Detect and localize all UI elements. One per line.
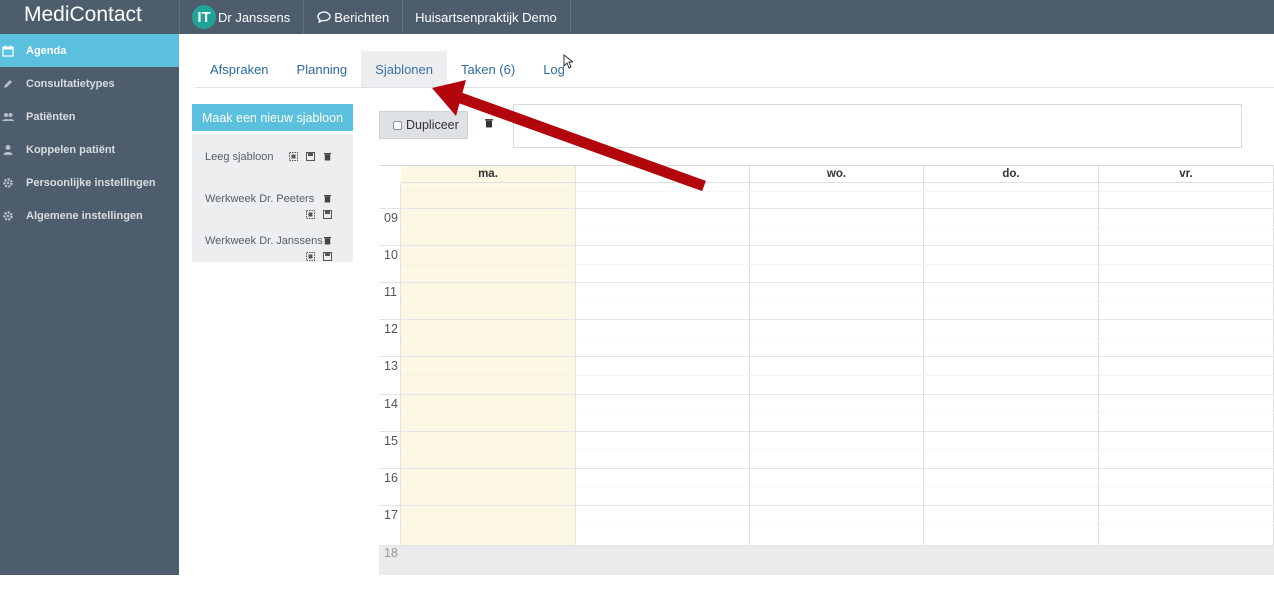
calendar-column-vr[interactable] xyxy=(1099,183,1274,575)
hour-label: 18 xyxy=(384,546,398,560)
calendar-column-di[interactable] xyxy=(576,183,750,575)
template-description-field[interactable] xyxy=(513,104,1242,148)
half-hour-line xyxy=(401,264,1274,265)
sidebar-item-consultatietypes[interactable]: Consultatietypes xyxy=(0,67,179,100)
users-icon xyxy=(2,112,14,121)
half-hour-line xyxy=(401,191,1274,192)
hour-label: 16 xyxy=(384,471,398,485)
duplicate-label: Dupliceer xyxy=(406,118,459,132)
calendar-column-ma[interactable] xyxy=(401,183,576,575)
hour-row-14: 14 xyxy=(379,394,1274,411)
duplicate-checkbox[interactable] xyxy=(393,120,402,130)
sidebar-item-persoonlijke-instellingen[interactable]: Persoonlijke instellingen xyxy=(0,166,179,199)
sidebar-item-agenda[interactable]: Agenda xyxy=(0,34,179,67)
sidebar-item-label: Consultatietypes xyxy=(26,77,115,90)
hour-label: 17 xyxy=(384,508,398,522)
tab-taken[interactable]: Taken (6) xyxy=(447,51,529,87)
half-hour-line xyxy=(401,563,1274,564)
hour-label: 13 xyxy=(384,359,398,373)
mouse-cursor-icon xyxy=(563,54,573,69)
practice-label: Huisartsenpraktijk Demo xyxy=(415,9,557,25)
half-hour-line xyxy=(401,375,1274,376)
tab-afspraken[interactable]: Afspraken xyxy=(196,51,283,87)
sidebar-item-label: Agenda xyxy=(26,44,67,57)
hour-row-13: 13 xyxy=(379,356,1274,373)
hour-label: 09 xyxy=(384,211,398,225)
new-template-button[interactable]: Maak een nieuw sjabloon xyxy=(192,104,353,131)
calendar-column-wo[interactable] xyxy=(750,183,924,575)
top-navbar: MediContact IT Dr Janssens Berichten Hui… xyxy=(0,0,1274,34)
day-header-di xyxy=(576,166,750,183)
top-nav: IT Dr Janssens Berichten Huisartsenprakt… xyxy=(179,0,571,34)
sidebar-item-label: Algemene instellingen xyxy=(26,209,143,222)
hour-row-16: 16 xyxy=(379,468,1274,485)
day-header-do: do. xyxy=(924,166,1099,183)
user-menu[interactable]: IT Dr Janssens xyxy=(179,0,305,34)
copy-icon[interactable] xyxy=(306,252,315,261)
chat-icon xyxy=(317,11,331,23)
hour-label: 11 xyxy=(384,285,397,299)
hour-label: 12 xyxy=(384,322,398,336)
sidebar-item-algemene-instellingen[interactable]: Algemene instellingen xyxy=(0,199,179,232)
hour-label: 15 xyxy=(384,434,398,448)
sidebar-item-label: Patiënten xyxy=(26,110,76,123)
tab-bar: Afspraken Planning Sjablonen Taken (6) L… xyxy=(196,51,1274,88)
sidebar-item-patienten[interactable]: Patiënten xyxy=(0,100,179,133)
hour-label: 14 xyxy=(384,397,398,411)
template-leeg[interactable]: Leeg sjabloon xyxy=(205,151,274,163)
template-werkweek-peeters[interactable]: Werkweek Dr. Peeters xyxy=(205,193,314,205)
messages-link[interactable]: Berichten xyxy=(304,0,404,34)
half-hour-line xyxy=(401,301,1274,302)
hour-row-18: 18 xyxy=(379,545,1274,560)
half-hour-line xyxy=(401,486,1274,487)
user-avatar: IT xyxy=(192,5,216,29)
trash-icon[interactable] xyxy=(323,236,332,245)
day-header-ma: ma. xyxy=(401,166,576,183)
after-hours-area xyxy=(379,545,1274,575)
save-icon[interactable] xyxy=(306,152,315,161)
sidebar-item-label: Koppelen patiënt xyxy=(26,143,116,156)
half-hour-line xyxy=(401,449,1274,450)
copy-icon[interactable] xyxy=(306,210,315,219)
day-header-vr: vr. xyxy=(1099,166,1274,183)
sidebar-item-koppelen-patient[interactable]: Koppelen patiënt xyxy=(0,133,179,166)
template-list: Leeg sjabloon Werkweek Dr. Peeters Werkw… xyxy=(192,134,353,262)
trash-icon[interactable] xyxy=(323,152,332,161)
half-hour-line xyxy=(401,338,1274,339)
gear-icon xyxy=(3,177,13,188)
app-logo[interactable]: MediContact xyxy=(0,0,179,34)
template-werkweek-janssens[interactable]: Werkweek Dr. Janssens xyxy=(205,235,323,247)
day-header-wo: wo. xyxy=(750,166,924,183)
half-hour-line xyxy=(401,227,1274,228)
hour-row-17: 17 xyxy=(379,505,1274,522)
save-icon[interactable] xyxy=(323,210,332,219)
practice-link[interactable]: Huisartsenpraktijk Demo xyxy=(403,0,571,34)
hour-row-09: 09 xyxy=(379,208,1274,225)
gear-icon xyxy=(3,210,13,221)
half-hour-line xyxy=(401,412,1274,413)
duplicate-button[interactable]: Dupliceer xyxy=(379,111,468,139)
save-icon[interactable] xyxy=(323,252,332,261)
trash-icon[interactable] xyxy=(323,194,332,203)
hour-label: 10 xyxy=(384,248,398,262)
sidebar-item-label: Persoonlijke instellingen xyxy=(26,176,156,189)
calendar-icon xyxy=(2,45,14,57)
tab-planning[interactable]: Planning xyxy=(283,51,362,87)
hour-row-12: 12 xyxy=(379,319,1274,336)
hour-row-10: 10 xyxy=(379,245,1274,262)
trash-icon[interactable] xyxy=(484,118,494,128)
sidebar: Agenda Consultatietypes Patiënten Koppel… xyxy=(0,34,179,575)
messages-label: Berichten xyxy=(334,9,390,25)
copy-icon[interactable] xyxy=(289,152,298,161)
main-content: Afspraken Planning Sjablonen Taken (6) L… xyxy=(179,34,1274,575)
tab-sjablonen[interactable]: Sjablonen xyxy=(361,51,447,87)
pencil-icon xyxy=(4,79,12,88)
half-hour-line xyxy=(401,523,1274,524)
calendar-column-do[interactable] xyxy=(924,183,1099,575)
hour-row-15: 15 xyxy=(379,431,1274,448)
week-calendar: ma. wo. do. vr. 09 10 11 12 13 14 15 16 … xyxy=(379,165,1274,575)
user-name: Dr Janssens xyxy=(218,9,291,25)
user-icon xyxy=(3,144,13,155)
hour-row-11: 11 xyxy=(379,282,1274,299)
